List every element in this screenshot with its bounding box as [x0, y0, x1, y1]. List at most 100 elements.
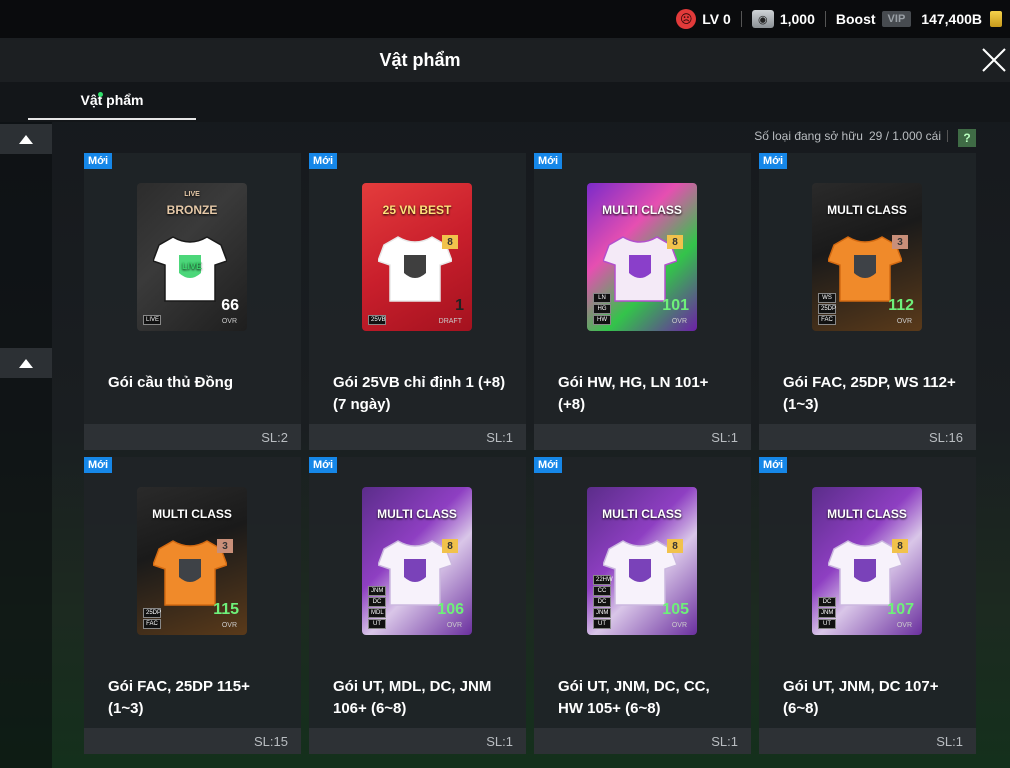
jersey-icon	[153, 540, 227, 606]
ovr-label: OVR	[896, 622, 912, 629]
class-tag: 25DP	[818, 304, 836, 314]
title-bar: Vật phẩm	[0, 38, 1010, 82]
pack-subtitle: LIVE	[184, 191, 200, 198]
level-group: ☹ LV 0	[676, 9, 731, 29]
close-button[interactable]	[978, 38, 1010, 82]
class-tag: 25DP	[143, 608, 161, 618]
ovr-label: OVR	[446, 622, 462, 629]
grade-badge: 8	[667, 539, 683, 553]
quantity-bar: SL:16	[759, 424, 976, 450]
quantity-bar: SL:2	[84, 424, 301, 450]
coins-value: 1,000	[779, 11, 815, 27]
item-quantity: SL:1	[486, 733, 513, 749]
help-button[interactable]: ?	[958, 129, 976, 147]
grade-badge: 3	[217, 539, 233, 553]
ovr-value: 66	[221, 297, 239, 314]
item-name: Gói HW, HG, LN 101+ (+8)	[558, 374, 709, 413]
class-tag: 22HW	[593, 575, 613, 585]
grade-badge: 8	[442, 235, 458, 249]
ovr-label: OVR	[221, 318, 237, 325]
item-card[interactable]: Mới MULTI CLASS 8 22HW CC DC JNM UT 105 OVR …	[534, 457, 751, 754]
scroll-up-button-2[interactable]	[0, 348, 52, 378]
item-quantity: SL:15	[254, 733, 288, 749]
quantity-bar: SL:1	[534, 424, 751, 450]
class-tag: HW	[593, 315, 611, 325]
quantity-bar: SL:15	[84, 728, 301, 754]
pack-image: MULTI CLASS 3 WS 25DP FAC 112 OVR	[812, 183, 922, 331]
item-quantity: SL:1	[936, 733, 963, 749]
new-badge: Mới	[309, 457, 338, 473]
class-tag: WS	[818, 293, 836, 303]
pack-title: 25 VN BEST	[382, 203, 452, 217]
pack-title: MULTI CLASS	[827, 507, 907, 521]
ovr-value: 115	[213, 601, 239, 618]
ovr-value: 112	[888, 297, 914, 314]
class-tag: HG	[593, 304, 611, 314]
pack-title: MULTI CLASS	[377, 507, 457, 521]
new-badge: Mới	[759, 153, 788, 169]
item-quantity: SL:2	[261, 429, 288, 445]
item-card[interactable]: Mới MULTI CLASS 3 WS 25DP FAC 112 OVR Gói …	[759, 153, 976, 450]
class-tag: 25VB	[368, 315, 386, 325]
ovr-label: OVR	[671, 318, 687, 325]
item-name: Gói 25VB chỉ định 1 (+8) (7 ngày)	[333, 374, 506, 413]
item-name: Gói UT, JNM, DC, CC, HW 105+ (6~8)	[558, 678, 710, 717]
pack-title: MULTI CLASS	[602, 507, 682, 521]
jersey-icon	[828, 236, 902, 302]
scroll-up-button[interactable]	[0, 124, 52, 154]
class-tag: JNM	[368, 586, 386, 596]
jersey-icon	[378, 540, 452, 606]
pack-image: MULTI CLASS 8 DC JNM UT 107 OVR	[812, 487, 922, 635]
tab-items[interactable]: Vật phẩm	[28, 82, 196, 120]
item-name: Gói UT, MDL, DC, JNM 106+ (6~8)	[333, 678, 492, 717]
notification-dot	[98, 92, 103, 97]
ovr-label: OVR	[896, 318, 912, 325]
ovr-label: DRAFT	[438, 318, 462, 325]
close-icon	[982, 48, 1006, 72]
new-badge: Mới	[84, 153, 113, 169]
class-tags: 25VB	[368, 315, 386, 325]
new-badge: Mới	[84, 457, 113, 473]
grade-badge: 8	[442, 539, 458, 553]
item-card[interactable]: Mới MULTI CLASS 8 DC JNM UT 107 OVR Gói UT…	[759, 457, 976, 754]
bp-icon	[990, 11, 1002, 27]
arrow-up-icon	[19, 134, 33, 144]
item-quantity: SL:1	[711, 733, 738, 749]
vip-badge: VIP	[881, 11, 912, 27]
level-face-icon: ☹	[676, 9, 697, 29]
jersey-icon	[603, 236, 677, 302]
boost-label: Boost	[835, 11, 876, 27]
status-bar: ☹ LV 0 ◉ 1,000 Boost VIP 147,400B	[0, 0, 1010, 38]
class-tag: DC	[593, 597, 611, 607]
pack-image: MULTI CLASS 8 LN HG HW 101 OVR	[587, 183, 697, 331]
class-tag: LIVE	[143, 315, 161, 325]
class-tag: FAC	[818, 315, 836, 325]
grade-badge: 8	[667, 235, 683, 249]
item-card[interactable]: Mới LIVE BRONZE LIVE LIVE 66 OVR Gói cầu…	[84, 153, 301, 450]
new-badge: Mới	[534, 457, 563, 473]
item-card[interactable]: Mới MULTI CLASS 8 LN HG HW 101 OVR Gói HW,…	[534, 153, 751, 450]
bp-group: 147,400B	[921, 11, 1002, 27]
bp-value: 147,400B	[921, 11, 982, 27]
level-text: LV 0	[702, 11, 731, 27]
jersey-icon	[603, 540, 677, 606]
grade-badge: 8	[892, 539, 908, 553]
quantity-bar: SL:1	[534, 728, 751, 754]
pack-image: MULTI CLASS 8 JNM DC MDL UT 106 OVR	[362, 487, 472, 635]
inventory-count-label: Số loại đang sở hữu	[754, 129, 863, 143]
arrow-up-icon	[19, 358, 33, 368]
divider	[947, 130, 948, 142]
item-card[interactable]: Mới 25 VN BEST 8 25VB 1 DRAFT Gói 25VB c…	[309, 153, 526, 450]
pack-title: MULTI CLASS	[827, 203, 907, 217]
ovr-label: OVR	[221, 622, 237, 629]
class-tag: FAC	[143, 619, 161, 629]
item-card[interactable]: Mới MULTI CLASS 3 25DP FAC 115 OVR Gói FA…	[84, 457, 301, 754]
item-card[interactable]: Mới MULTI CLASS 8 JNM DC MDL UT 106 OVR Gói…	[309, 457, 526, 754]
ovr-value: 105	[662, 601, 689, 618]
item-name: Gói UT, JNM, DC 107+ (6~8)	[783, 678, 939, 717]
divider	[824, 11, 826, 27]
class-tag: DC	[368, 597, 386, 607]
boost-group[interactable]: Boost VIP	[835, 11, 912, 27]
inventory-count: Số loại đang sở hữu 29 / 1.000 cái	[754, 129, 948, 143]
class-tags: DC JNM UT	[818, 597, 836, 629]
